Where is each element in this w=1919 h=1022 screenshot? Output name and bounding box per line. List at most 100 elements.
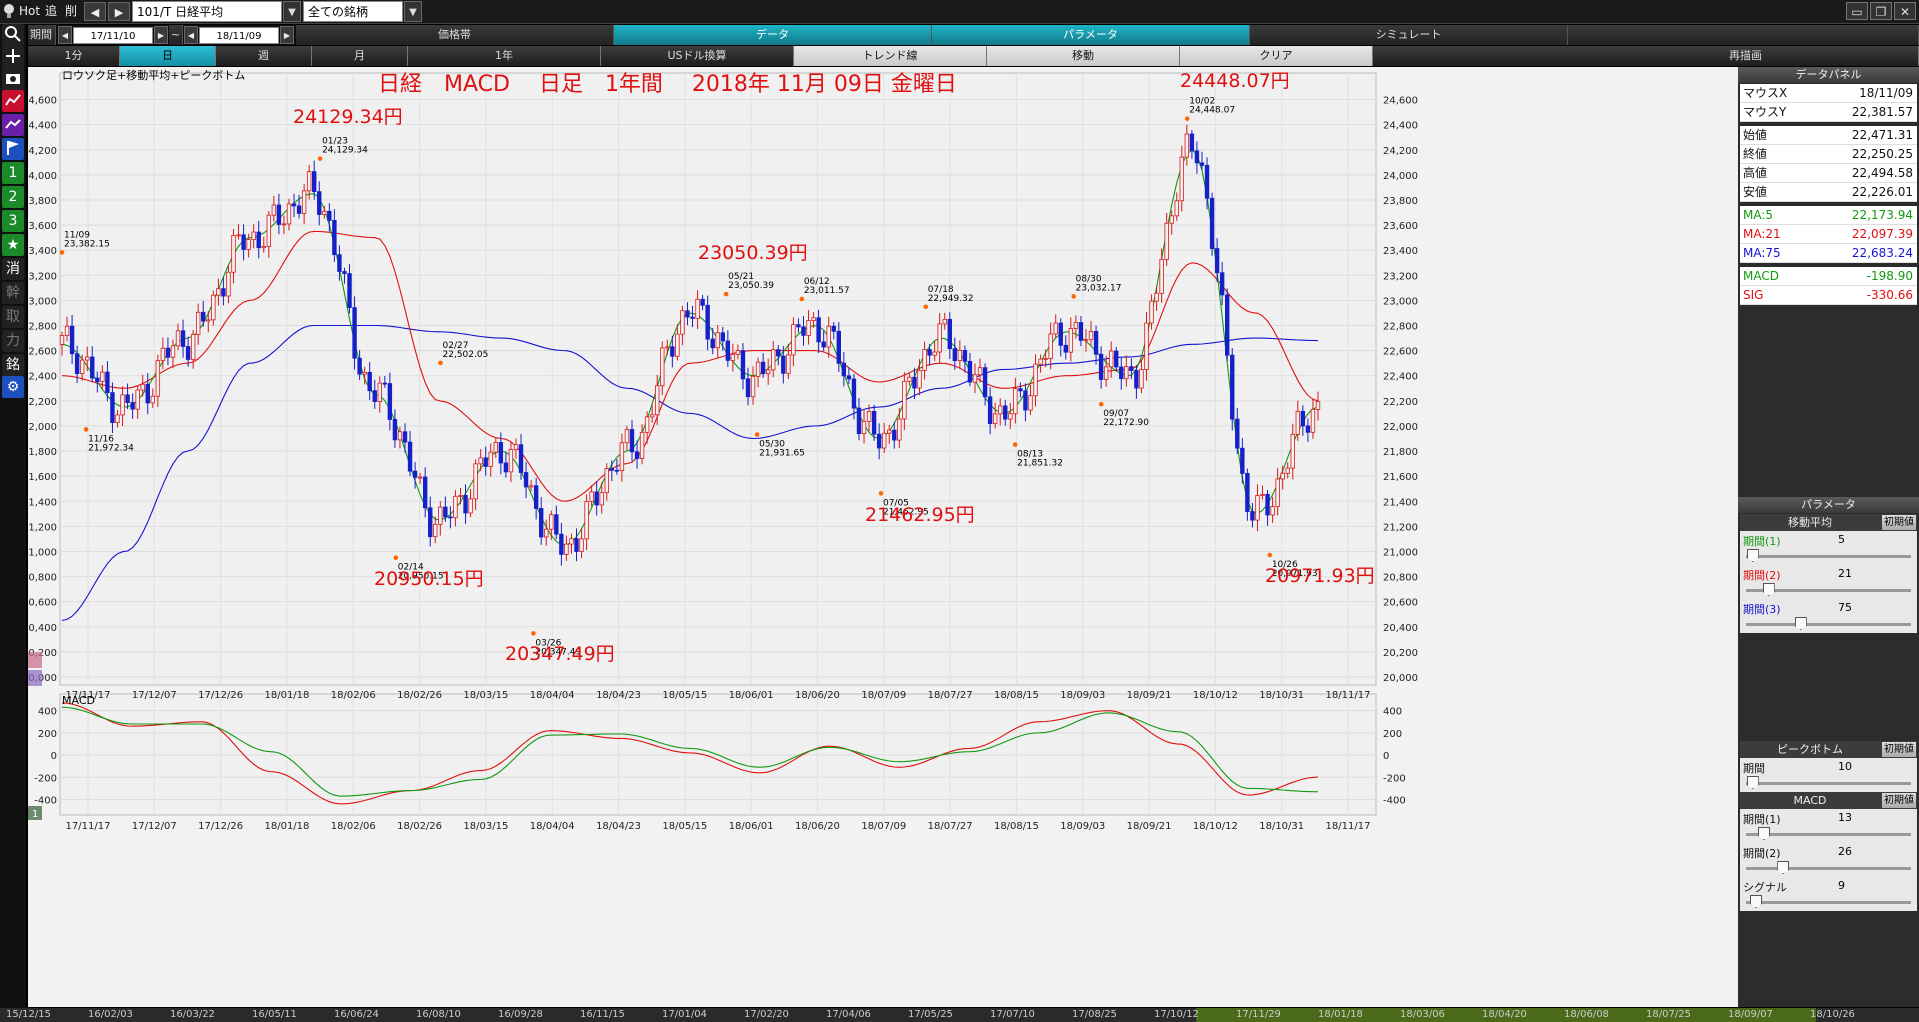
ma-period-3-row: 期間(3) 75: [1740, 599, 1917, 633]
tab-simulate[interactable]: シミュレート: [1250, 25, 1568, 45]
trade-button[interactable]: 取: [2, 306, 24, 328]
ma-period-1-slider[interactable]: [1746, 549, 1759, 562]
tab-price-band[interactable]: 価格帯: [296, 25, 614, 45]
price-tick-right: 22,000: [1383, 422, 1418, 433]
candle-body: [352, 307, 357, 359]
candle-body: [998, 405, 1003, 415]
gear-icon[interactable]: ⚙: [2, 376, 24, 398]
candle-body: [155, 360, 161, 397]
minimize-icon[interactable]: ▭: [1846, 2, 1868, 20]
move-button[interactable]: 移動: [987, 46, 1180, 66]
macd-signal-slider[interactable]: [1750, 895, 1762, 908]
ma-period-3-slider[interactable]: [1794, 617, 1807, 630]
timeframe-1min[interactable]: 1分: [28, 46, 120, 66]
timeframe-1year[interactable]: 1年: [408, 46, 601, 66]
delete-menu[interactable]: 削: [65, 2, 77, 21]
candle-body: [276, 204, 282, 225]
preset-3-button[interactable]: 3: [2, 210, 24, 232]
preset-1-button[interactable]: 1: [2, 162, 24, 184]
stock-button[interactable]: 銘: [2, 354, 24, 376]
chart-mini-icon-2[interactable]: [26, 670, 42, 686]
candle-body: [1295, 410, 1301, 435]
candle-body: [463, 495, 468, 514]
to-next-button[interactable]: ▶: [280, 26, 294, 44]
ma-reset-button[interactable]: 初期値: [1882, 515, 1916, 530]
candle-body: [977, 367, 983, 376]
power-button[interactable]: 力: [2, 330, 24, 352]
price-tick-left: 22,800: [28, 322, 57, 333]
camera-icon[interactable]: [2, 68, 24, 90]
to-prev-button[interactable]: ◀: [184, 26, 198, 44]
erase-button[interactable]: 消: [2, 258, 24, 280]
from-prev-button[interactable]: ◀: [58, 26, 72, 44]
price-tick-left: 20,400: [28, 623, 57, 634]
ma-period-2-slider[interactable]: [1762, 583, 1775, 596]
candle-body: [145, 383, 150, 404]
candle-body: [417, 476, 423, 479]
candle-body: [327, 210, 332, 221]
search-icon[interactable]: [2, 24, 24, 46]
from-date-input[interactable]: 17/11/10: [73, 27, 153, 44]
trunk-button[interactable]: 幹: [2, 282, 24, 304]
line-chart-icon[interactable]: [2, 90, 24, 112]
candle-body: [281, 223, 287, 226]
hot-button[interactable]: Hot: [19, 2, 40, 21]
overview-date-label: 17/04/06: [826, 1009, 871, 1020]
crosshair-icon[interactable]: [2, 46, 24, 68]
universe-dropdown-arrow[interactable]: ▼: [404, 1, 422, 22]
restore-icon[interactable]: ❐: [1870, 2, 1892, 20]
macd-x-tick-label: 18/10/12: [1193, 821, 1238, 832]
timeframe-week[interactable]: 週: [216, 46, 312, 66]
candle-body: [1225, 294, 1230, 356]
price-tick-right: 22,200: [1383, 397, 1418, 408]
candle-body: [201, 311, 206, 322]
indicator-chart-icon[interactable]: [2, 114, 24, 136]
flag-icon[interactable]: [2, 138, 24, 160]
price-tick-right: 20,200: [1383, 648, 1418, 659]
peak-bottom-slider[interactable]: [1746, 776, 1759, 789]
symbol-select[interactable]: 101/T 日経平均: [132, 1, 282, 22]
chart-area[interactable]: 24,600 24,600 24,400 24,400 24,200 24,200 24,0…: [22, 67, 1738, 1007]
overview-date-label: 16/05/11: [252, 1009, 297, 1020]
macd-period-2-slider[interactable]: [1777, 861, 1790, 874]
candle-body: [962, 350, 968, 362]
usd-convert-button[interactable]: USドル換算: [601, 46, 794, 66]
macd-reset-button[interactable]: 初期値: [1882, 793, 1916, 808]
timeframe-month[interactable]: 月: [312, 46, 408, 66]
star-icon[interactable]: ★: [2, 234, 24, 256]
candle-body: [1169, 215, 1174, 224]
price-tick-left: 21,600: [28, 472, 57, 483]
preset-2-button[interactable]: 2: [2, 186, 24, 208]
candle-body: [1028, 395, 1033, 411]
macd-period-1-slider[interactable]: [1758, 827, 1770, 840]
symbol-dropdown-arrow[interactable]: ▼: [283, 1, 301, 22]
chart-canvas[interactable]: 24,600 24,600 24,400 24,400 24,200 24,200 24,0…: [22, 67, 1738, 1007]
candle-body: [1250, 511, 1255, 521]
overview-scrollbar[interactable]: 15/12/15 16/02/03 16/03/22 16/05/11 16/06/24…: [0, 1008, 1919, 1022]
from-next-button[interactable]: ▶: [154, 26, 168, 44]
tab-data[interactable]: データ: [614, 25, 932, 45]
redraw-button[interactable]: 再描画: [1373, 46, 1919, 66]
candle-body: [382, 382, 388, 385]
trendline-button[interactable]: トレンド線: [794, 46, 987, 66]
data-row-value: -330.66: [1866, 288, 1913, 302]
candle-body: [513, 444, 519, 450]
close-icon[interactable]: ✕: [1894, 2, 1916, 20]
data-row: MA:21 22,097.39: [1740, 225, 1917, 244]
chart-mini-icon-1[interactable]: [26, 652, 42, 668]
data-row-value: 22,250.25: [1851, 147, 1913, 161]
add-menu[interactable]: 追: [45, 2, 57, 21]
candle-body: [100, 371, 105, 382]
to-date-input[interactable]: 18/11/09: [199, 27, 279, 44]
timeframe-day[interactable]: 日: [120, 46, 216, 66]
universe-select[interactable]: 全ての銘柄: [303, 1, 403, 22]
tab-parameter[interactable]: パラメータ: [932, 25, 1250, 45]
candle-body: [528, 485, 534, 488]
candle-body: [387, 383, 393, 420]
clear-button[interactable]: クリア: [1180, 46, 1373, 66]
candle-body: [216, 288, 221, 296]
peak-bottom-reset-button[interactable]: 初期値: [1882, 742, 1916, 757]
price-tick-left: 21,400: [28, 497, 57, 508]
prev-symbol-button[interactable]: ◀: [84, 2, 106, 21]
next-symbol-button[interactable]: ▶: [108, 2, 130, 21]
